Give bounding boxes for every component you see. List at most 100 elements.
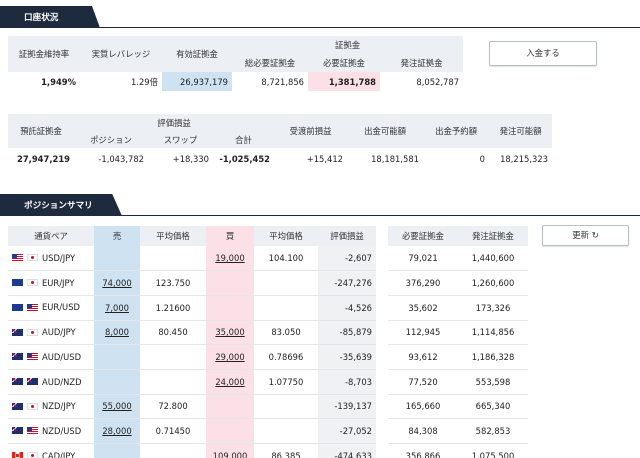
pl-cell: -85,879 xyxy=(318,320,376,346)
pair-cell: NZD/JPY xyxy=(8,394,94,420)
required-margin-cell: 112,945 xyxy=(388,320,458,346)
flag-icon xyxy=(27,452,38,458)
required-margin-value: 1,381,788 xyxy=(308,72,380,91)
pl-cell: -474,633 xyxy=(318,443,376,458)
buy-cell xyxy=(206,394,254,420)
order-margin-cell: 173,326 xyxy=(458,295,528,321)
flag-icon xyxy=(27,303,38,311)
sell-header: 売 xyxy=(94,226,140,246)
swap-value: +18,330 xyxy=(172,153,209,164)
order-margin-cell: 1,440,600 xyxy=(458,246,528,272)
order-margin-cell: 582,853 xyxy=(458,418,528,444)
buy-cell[interactable]: 29,000 xyxy=(206,344,254,370)
table-row: AUD/USD 29,000 0.78696 -35,639 xyxy=(8,344,376,370)
avg-sell-header: 平均価格 xyxy=(140,226,206,246)
pair-label: EUR/USD xyxy=(42,302,80,313)
table-row: 165,660 665,340 xyxy=(388,394,528,420)
buy-cell[interactable]: 109,000 xyxy=(206,443,254,458)
table-row: NZD/JPY 55,000 72.800 -139,137 xyxy=(8,394,376,420)
required-margin-cell: 376,290 xyxy=(388,270,458,296)
buy-cell xyxy=(206,295,254,321)
pl-cell: -27,052 xyxy=(318,418,376,444)
avg-sell-cell xyxy=(140,344,206,370)
sell-amount-link[interactable]: 7,000 xyxy=(105,303,129,313)
margin-summary-table: 証拠金維持率 実質レバレッジ 有効証拠金 証拠金 総必要証拠金 必要証拠金 発注… xyxy=(8,36,464,91)
buy-amount-link[interactable]: 19,000 xyxy=(215,253,244,263)
valuation-group-header: 評価損益 xyxy=(74,114,275,131)
position-pl-value: -1,043,782 xyxy=(98,153,144,164)
pl-cell: -35,639 xyxy=(318,344,376,370)
avg-buy-cell xyxy=(254,394,318,420)
pair-label: AUD/JPY xyxy=(42,327,76,338)
pl-cell: -139,137 xyxy=(318,394,376,420)
flag-icon xyxy=(27,328,38,336)
table-row: CAD/JPY 109,000 86.385 -474,633 xyxy=(8,443,376,458)
refresh-icon: ↻ xyxy=(591,230,599,240)
total-pl-value: -1,025,452 xyxy=(219,153,271,164)
position-table: 通貨ペア 売 平均価格 買 平均価格 評価損益 USD/JPY 19,000 104… xyxy=(8,226,376,458)
buy-amount-link[interactable]: 29,000 xyxy=(215,352,244,362)
orderable-value: 18,215,323 xyxy=(500,153,549,164)
margin-rate-value: 1,949% xyxy=(41,76,76,87)
sell-cell[interactable]: 8,000 xyxy=(94,320,140,346)
buy-amount-link[interactable]: 24,000 xyxy=(215,377,244,387)
avg-sell-cell xyxy=(140,369,206,395)
sell-amount-link[interactable]: 55,000 xyxy=(102,401,131,411)
flag-icon xyxy=(27,378,38,386)
sell-amount-link[interactable]: 74,000 xyxy=(102,278,131,288)
total-pl-header: 合計 xyxy=(213,131,275,148)
buy-cell[interactable]: 35,000 xyxy=(206,320,254,346)
required-margin-header: 必要証拠金 xyxy=(308,53,380,72)
table-row: 77,520 553,598 xyxy=(388,369,528,395)
flag-icon xyxy=(12,353,23,361)
avg-sell-cell: 123.750 xyxy=(140,270,206,296)
pl-cell: -4,526 xyxy=(318,295,376,321)
sell-cell[interactable]: 74,000 xyxy=(94,270,140,296)
sell-amount-link[interactable]: 8,000 xyxy=(105,327,129,337)
buy-amount-link[interactable]: 109,000 xyxy=(213,451,248,458)
order-margin-col-header: 発注証拠金 xyxy=(458,226,528,246)
buy-amount-link[interactable]: 35,000 xyxy=(215,327,244,337)
flag-icon xyxy=(27,279,38,287)
order-margin-value: 8,052,787 xyxy=(416,76,460,87)
pair-cell: EUR/USD xyxy=(8,295,94,321)
table-row: EUR/JPY 74,000 123.750 -247,276 xyxy=(8,270,376,296)
account-status-header: 口座状況 xyxy=(0,6,640,28)
pair-label: AUD/USD xyxy=(42,351,82,362)
table-row: NZD/USD 28,000 0.71450 -27,052 xyxy=(8,418,376,444)
sell-cell xyxy=(94,443,140,458)
deposit-button[interactable]: 入金する xyxy=(489,41,597,66)
pair-label: NZD/USD xyxy=(42,425,82,436)
total-required-margin-header: 総必要証拠金 xyxy=(232,53,308,72)
flag-icon xyxy=(27,402,38,410)
total-required-margin-value: 8,721,856 xyxy=(261,76,304,87)
flag-icon xyxy=(27,254,38,262)
flag-icon xyxy=(27,353,38,361)
buy-cell[interactable]: 24,000 xyxy=(206,369,254,395)
buy-header: 買 xyxy=(206,226,254,246)
buy-cell[interactable]: 19,000 xyxy=(206,246,254,272)
refresh-button[interactable]: 更新 ↻ xyxy=(542,225,629,246)
required-margin-cell: 93,612 xyxy=(388,344,458,370)
avg-buy-cell: 83.050 xyxy=(254,320,318,346)
buy-cell xyxy=(206,270,254,296)
sell-cell[interactable]: 7,000 xyxy=(94,295,140,321)
orderable-header: 発注可能額 xyxy=(489,114,553,148)
sell-cell xyxy=(94,246,140,272)
sell-amount-link[interactable]: 28,000 xyxy=(102,426,131,436)
pair-cell: NZD/USD xyxy=(8,418,94,444)
table-row: 79,021 1,440,600 xyxy=(388,246,528,272)
flag-icon xyxy=(12,328,23,336)
sell-cell[interactable]: 28,000 xyxy=(94,418,140,444)
sell-cell[interactable]: 55,000 xyxy=(94,394,140,420)
deposit-margin-header: 預託証拠金 xyxy=(8,114,74,148)
swap-header: スワップ xyxy=(148,131,213,148)
pair-cell: USD/JPY xyxy=(8,246,94,272)
pair-label: CAD/JPY xyxy=(42,450,76,458)
flag-icon xyxy=(12,254,23,262)
avg-buy-cell: 0.78696 xyxy=(254,344,318,370)
required-margin-cell: 84,308 xyxy=(388,418,458,444)
order-margin-cell: 1,075,500 xyxy=(458,443,528,458)
flag-icon xyxy=(12,402,23,410)
margin-by-pair-table: 必要証拠金 発注証拠金 79,021 1,440,600 376,290 1,260,… xyxy=(388,226,528,458)
